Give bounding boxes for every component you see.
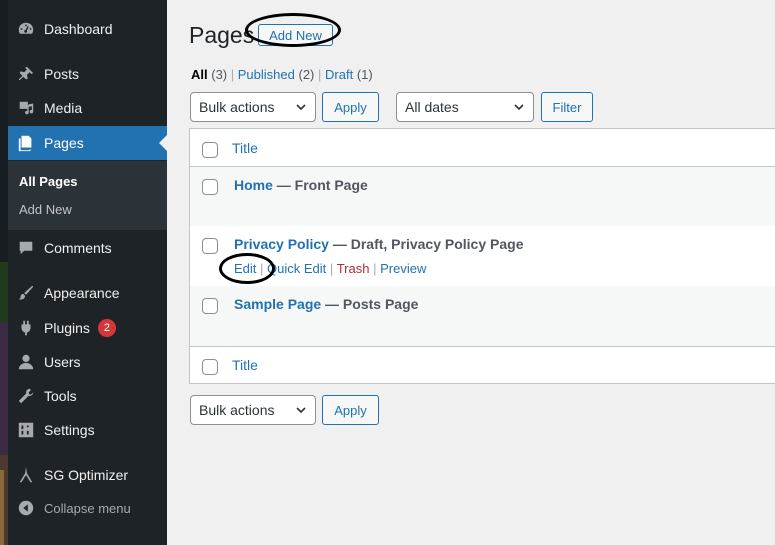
row-title-link[interactable]: Home: [234, 177, 273, 193]
sidebar-item-settings[interactable]: Settings: [8, 413, 167, 447]
trash-link[interactable]: Trash: [337, 261, 370, 276]
sidebar-item-plugins[interactable]: Plugins 2: [8, 311, 167, 345]
wrench-icon: [16, 386, 36, 406]
row-title-link[interactable]: Privacy Policy: [234, 236, 329, 252]
row-checkbox[interactable]: [202, 179, 218, 195]
bulk-actions-select[interactable]: Bulk actions: [190, 92, 316, 122]
dashboard-icon: [16, 19, 36, 39]
sidebar-item-label: Media: [44, 100, 83, 116]
pin-icon: [16, 64, 36, 84]
sidebar-item-tools[interactable]: Tools: [8, 379, 167, 413]
sidebar-item-label: Settings: [44, 422, 95, 438]
row-title-link[interactable]: Sample Page: [234, 296, 321, 312]
sidebar-item-appearance[interactable]: Appearance: [8, 276, 167, 310]
sidebar-item-label: SG Optimizer: [44, 467, 129, 483]
sidebar-item-comments[interactable]: Comments: [8, 231, 167, 265]
column-title-header[interactable]: Title: [232, 140, 258, 156]
row-checkbox[interactable]: [202, 238, 218, 254]
filter-button[interactable]: Filter: [541, 92, 593, 122]
table-footer-row: Title: [190, 346, 775, 384]
sidebar-item-users[interactable]: Users: [8, 345, 167, 379]
add-new-button[interactable]: Add New: [258, 24, 333, 46]
apply-button-bottom[interactable]: Apply: [322, 395, 379, 425]
row-state: — Front Page: [272, 177, 368, 193]
quick-edit-link[interactable]: Quick Edit: [267, 261, 326, 276]
submenu-all-pages[interactable]: All Pages: [19, 174, 78, 189]
sidebar-item-label: Appearance: [44, 285, 120, 301]
admin-sidebar: Dashboard Posts Media Pages All Pages Ad…: [0, 0, 167, 545]
filter-published[interactable]: Published: [238, 67, 295, 82]
user-icon: [16, 352, 36, 372]
table-row: Sample Page — Posts Page: [190, 286, 775, 346]
page-title: Pages: [189, 22, 255, 48]
status-filter-links: All (3) | Published (2) | Draft (1): [191, 67, 373, 82]
dates-select[interactable]: All dates: [396, 92, 534, 122]
main-content: Pages Add New All (3) | Published (2) | …: [167, 0, 775, 545]
sidebar-item-sg-optimizer[interactable]: SG Optimizer: [8, 458, 167, 492]
collapse-arrow-icon: [16, 498, 36, 518]
table-row: Home — Front Page: [190, 167, 775, 226]
sidebar-item-label: Pages: [44, 135, 84, 151]
sidebar-item-label: Plugins: [44, 320, 90, 336]
chevron-down-icon: [514, 104, 524, 111]
sg-icon: [16, 465, 36, 485]
chevron-down-icon: [296, 104, 306, 111]
plugin-update-badge: 2: [97, 319, 116, 337]
submenu-add-new[interactable]: Add New: [19, 202, 72, 217]
column-title-footer[interactable]: Title: [232, 357, 258, 373]
settings-icon: [16, 420, 36, 440]
table-header-row: Title: [190, 129, 775, 167]
collapse-menu-button[interactable]: Collapse menu: [8, 491, 167, 525]
sidebar-item-label: Dashboard: [44, 21, 113, 37]
plugin-icon: [16, 318, 36, 338]
apply-button[interactable]: Apply: [322, 92, 379, 122]
pages-icon: [16, 133, 36, 153]
comment-icon: [16, 238, 36, 258]
row-state: — Draft, Privacy Policy Page: [328, 236, 524, 252]
collapse-menu-label: Collapse menu: [44, 500, 131, 516]
desktop-edge-strip: [0, 0, 8, 545]
sidebar-item-dashboard[interactable]: Dashboard: [8, 12, 167, 46]
brush-icon: [16, 283, 36, 303]
row-actions: Edit | Quick Edit | Trash | Preview: [234, 261, 427, 276]
filter-all[interactable]: All: [191, 67, 208, 82]
chevron-down-icon: [296, 407, 306, 414]
sidebar-item-label: Comments: [44, 240, 112, 256]
sidebar-item-posts[interactable]: Posts: [8, 57, 167, 91]
edit-link[interactable]: Edit: [234, 261, 256, 276]
row-checkbox[interactable]: [202, 298, 218, 314]
media-icon: [16, 98, 36, 118]
table-row: Privacy Policy — Draft, Privacy Policy P…: [190, 226, 775, 286]
sidebar-item-media[interactable]: Media: [8, 91, 167, 125]
preview-link[interactable]: Preview: [380, 261, 426, 276]
select-all-checkbox-footer[interactable]: [202, 359, 218, 375]
pages-submenu: All Pages Add New: [8, 161, 167, 230]
sidebar-item-label: Users: [44, 354, 81, 370]
select-all-checkbox[interactable]: [202, 142, 218, 158]
sidebar-item-label: Posts: [44, 66, 80, 82]
sidebar-item-pages[interactable]: Pages: [8, 126, 167, 160]
row-state: — Posts Page: [321, 296, 419, 312]
pages-table: Title Home — Front Page Privacy Policy —…: [189, 128, 775, 384]
filter-draft[interactable]: Draft: [325, 67, 353, 82]
bulk-actions-select-bottom[interactable]: Bulk actions: [190, 395, 316, 425]
sidebar-item-label: Tools: [44, 388, 77, 404]
